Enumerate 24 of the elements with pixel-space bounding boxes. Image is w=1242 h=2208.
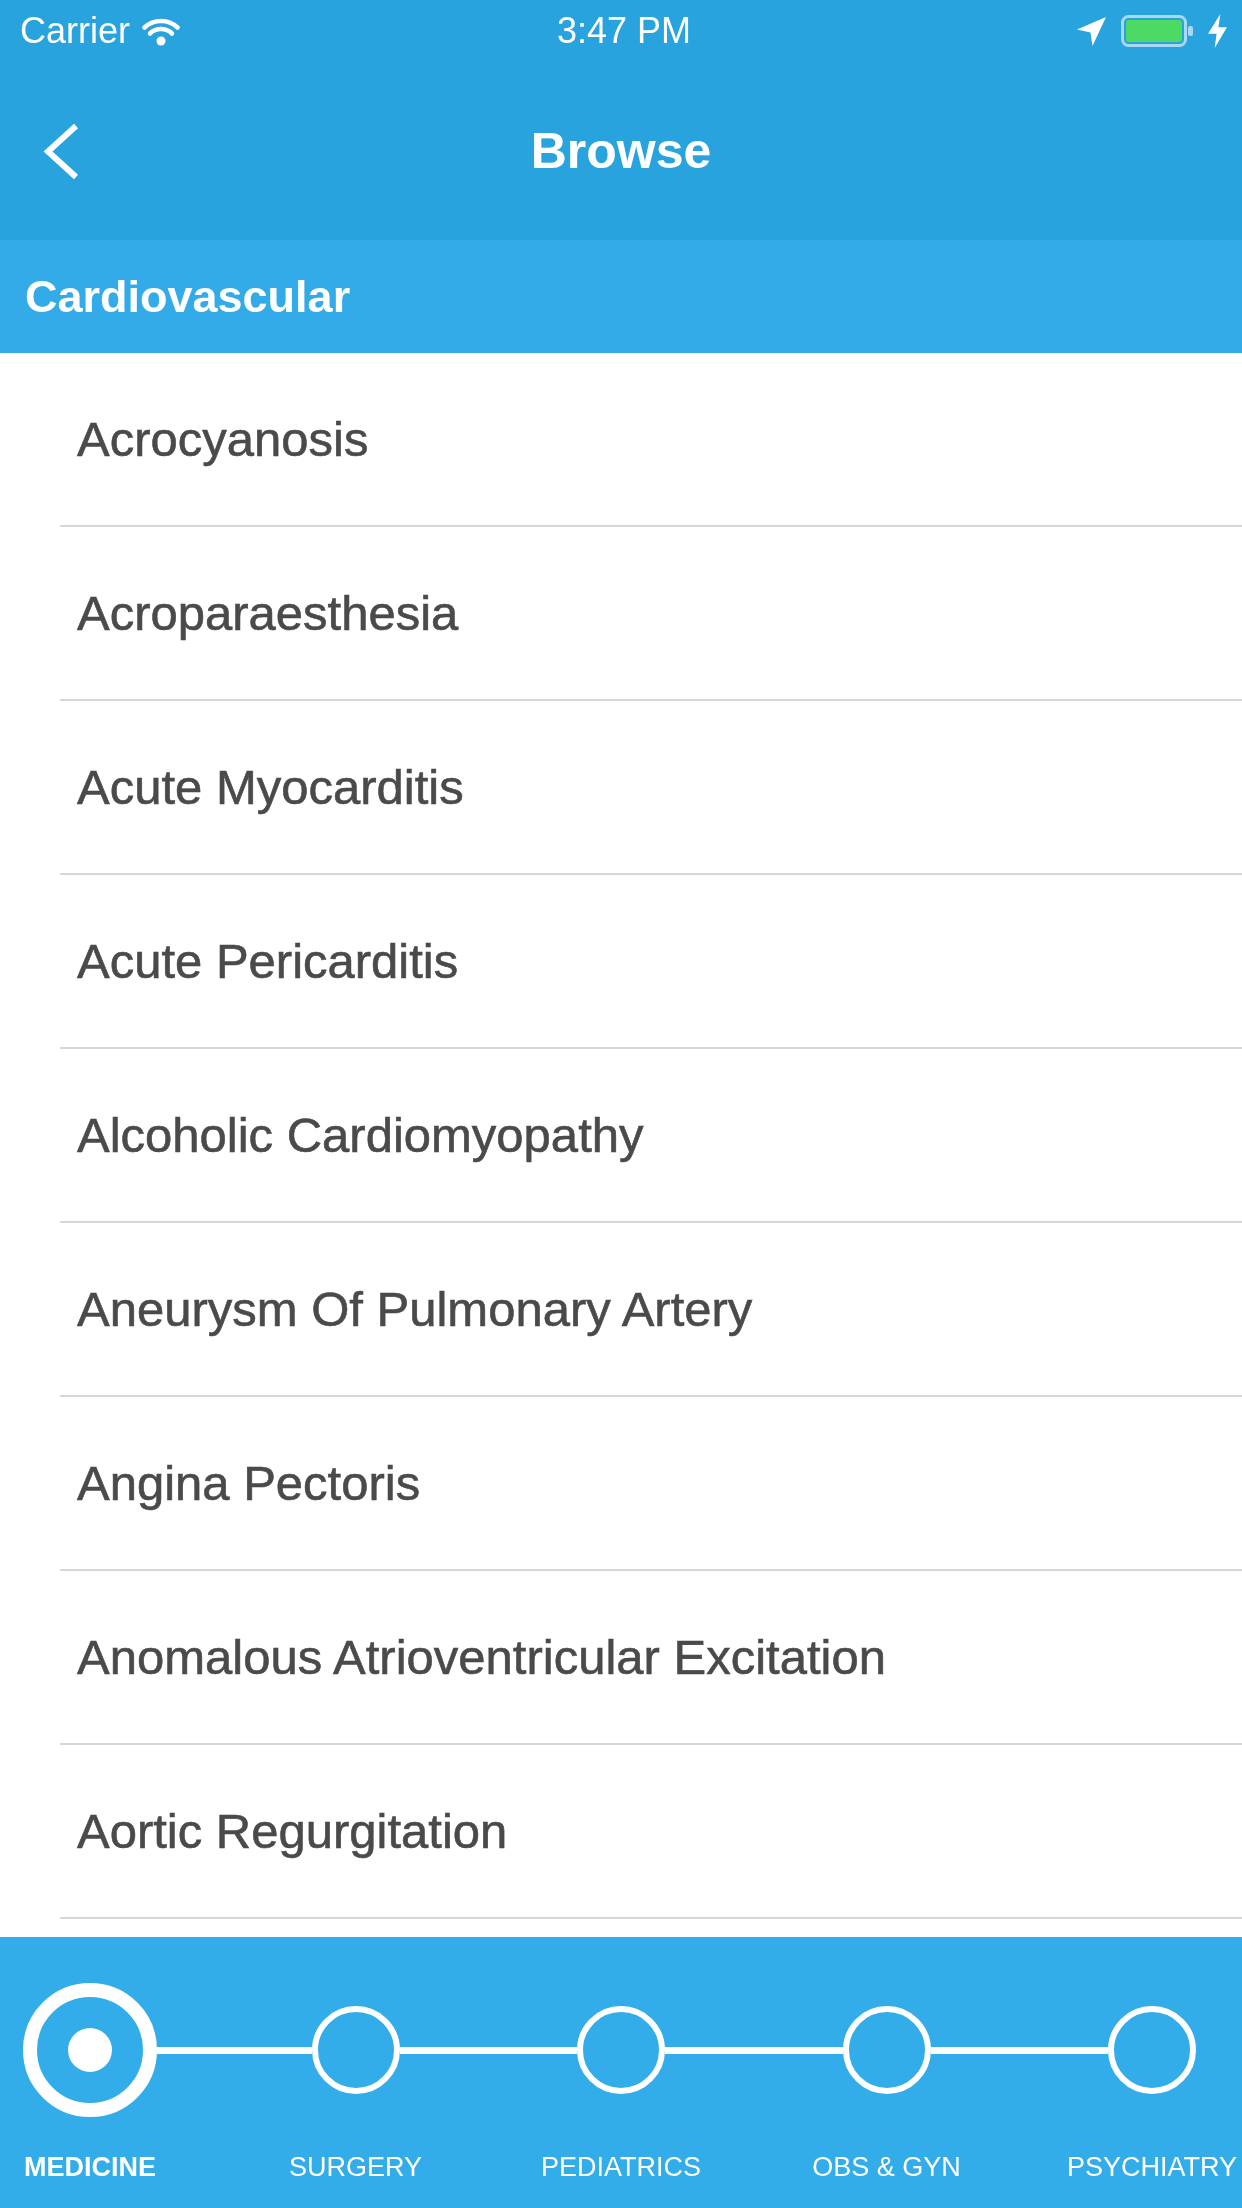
list-item[interactable]: Angina Pectoris bbox=[60, 1397, 1242, 1571]
carrier-label: Carrier bbox=[20, 10, 130, 52]
list-item[interactable]: Acute Pericarditis bbox=[60, 875, 1242, 1049]
list-item[interactable]: Aortic Regurgitation bbox=[60, 1745, 1242, 1919]
ring-icon bbox=[577, 2006, 665, 2094]
list-item[interactable]: Acute Myocarditis bbox=[60, 701, 1242, 875]
ring-dot-icon bbox=[23, 1983, 157, 2117]
list-item[interactable]: Alcoholic Cardiomyopathy bbox=[60, 1049, 1242, 1223]
battery-icon bbox=[1121, 15, 1193, 47]
charging-bolt-icon bbox=[1207, 14, 1228, 48]
ring-icon bbox=[311, 2006, 400, 2094]
chevron-left-icon bbox=[42, 122, 80, 180]
list-item[interactable]: Anomalous Atrioventricular Excitation bbox=[60, 1571, 1242, 1745]
wifi-icon bbox=[142, 16, 180, 46]
list-item[interactable]: Acrocyanosis bbox=[60, 353, 1242, 527]
section-title: Cardiovascular bbox=[25, 270, 351, 323]
location-arrow-icon bbox=[1076, 15, 1107, 47]
list-item[interactable]: Aneurysm Of Pulmonary Artery bbox=[60, 1223, 1242, 1397]
list-item[interactable]: Acroparaesthesia bbox=[60, 527, 1242, 701]
nav-title: Browse bbox=[530, 122, 712, 180]
ring-icon bbox=[842, 2006, 931, 2094]
ring-icon bbox=[1108, 2006, 1196, 2094]
back-button[interactable] bbox=[42, 122, 80, 180]
status-time: 3:47 PM bbox=[556, 10, 692, 52]
